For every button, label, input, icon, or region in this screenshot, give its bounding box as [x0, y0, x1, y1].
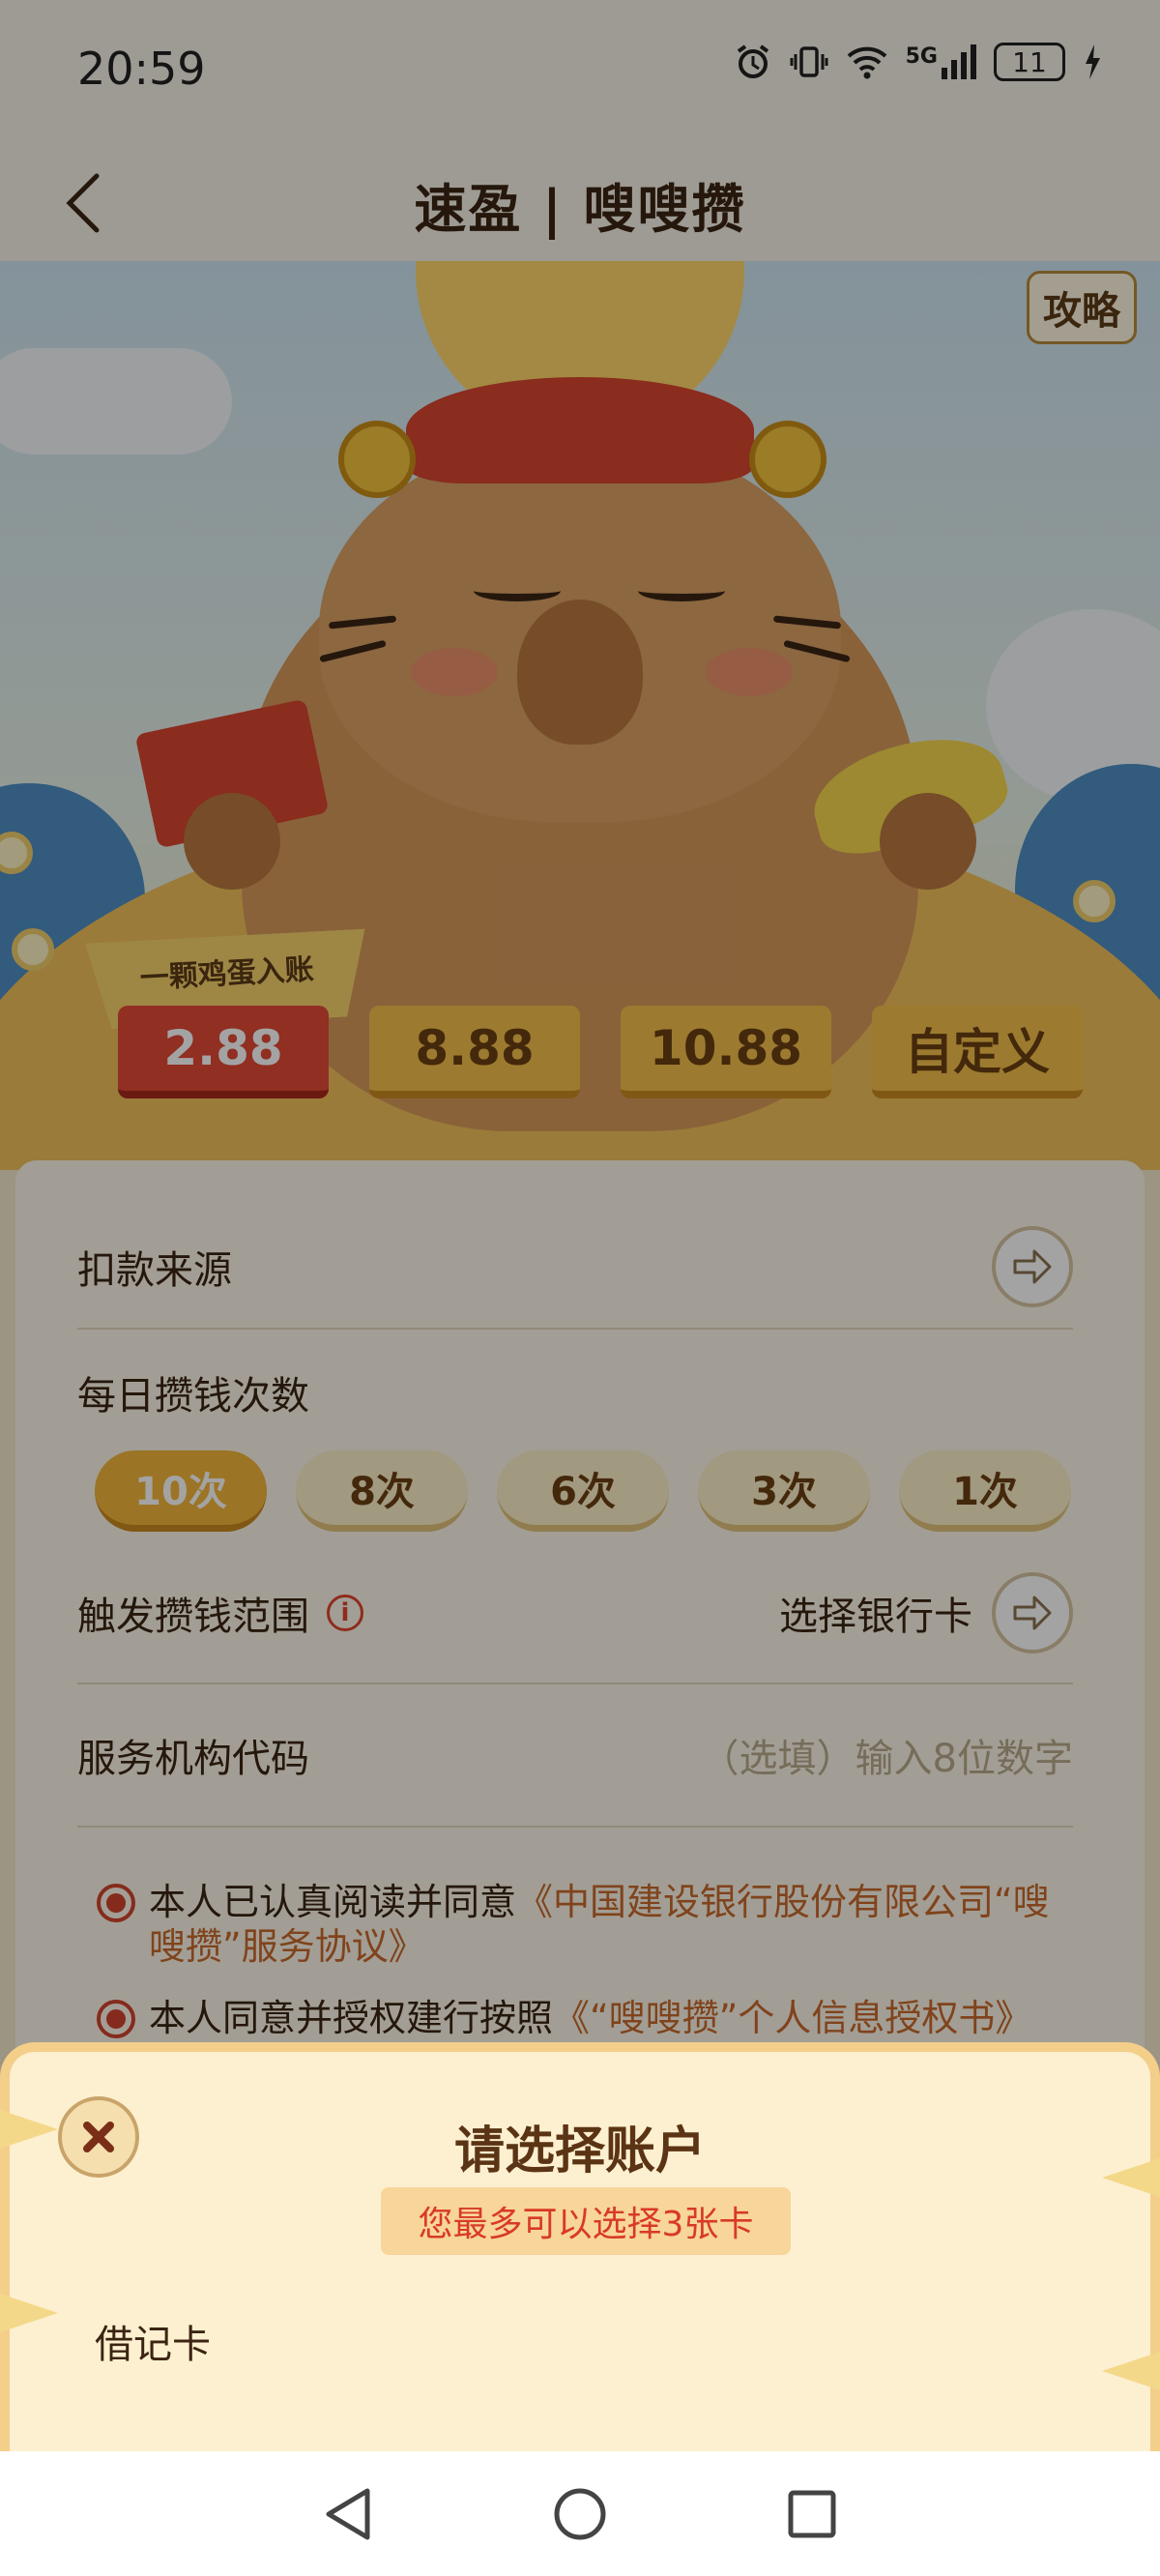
debit-card-section-label: 借记卡 — [95, 2323, 211, 2367]
nav-recents-button[interactable] — [778, 2480, 846, 2548]
system-nav-bar — [0, 2451, 1160, 2576]
sheet-title: 请选择账户 — [453, 2122, 706, 2181]
card-limit-hint: 您最多可以选择3张卡 — [381, 2187, 791, 2255]
circle-home-icon — [554, 2488, 606, 2539]
ribbon-decoration — [1102, 2352, 1160, 2390]
nav-home-button[interactable] — [546, 2480, 614, 2548]
triangle-back-icon — [326, 2488, 370, 2539]
ribbon-decoration — [0, 2294, 58, 2332]
account-picker-sheet: 请选择账户 您最多可以选择3张卡 借记卡 — [0, 2042, 1160, 2451]
nav-back-button[interactable] — [314, 2480, 382, 2548]
square-recents-icon — [788, 2490, 836, 2537]
